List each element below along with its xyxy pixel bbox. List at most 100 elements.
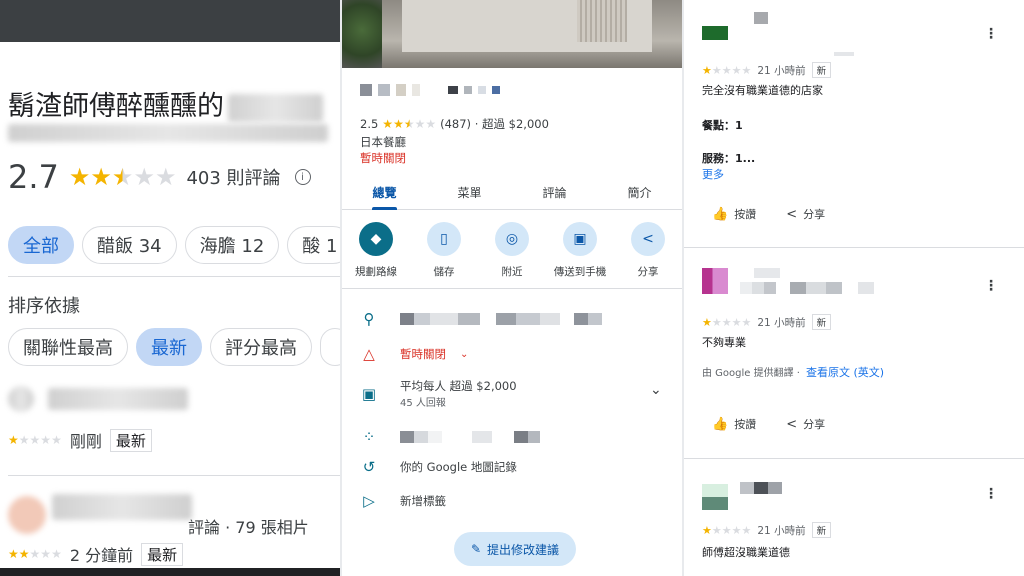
tab-about[interactable]: 簡介	[597, 178, 682, 209]
like-button[interactable]: 👍 按讚	[712, 416, 756, 432]
review-time: 2 分鐘前	[69, 546, 134, 565]
sort-newest[interactable]: 最新	[136, 328, 202, 366]
dark-header-bar	[0, 0, 340, 42]
place-panel-middle: 2.5 ★ ★ ★ ★ ★ (487) · 超過 $2,000 日本餐廳 暫時關閉 總覽…	[342, 0, 682, 576]
tab-reviews[interactable]: 評論	[512, 178, 597, 209]
photo-plant	[342, 0, 382, 68]
place-photo[interactable]	[342, 0, 682, 68]
save-label: 儲存	[433, 266, 455, 278]
add-label-row[interactable]: ▷ 新增標籤	[360, 492, 446, 510]
thumbs-up-icon: 👍	[712, 417, 729, 432]
see-original-link[interactable]: 查看原文 (英文)	[806, 366, 884, 379]
share-icon: <	[786, 417, 798, 432]
rating-number: 2.5	[360, 117, 379, 131]
blurred-plus-code	[400, 431, 540, 443]
history-icon: ↺	[362, 458, 376, 476]
review-item: ★ ★ ★ ★ ★ 剛剛 最新	[8, 378, 328, 468]
more-options-icon[interactable]: ⋮	[984, 278, 998, 294]
info-icon[interactable]: i	[294, 169, 311, 185]
star-icon: ★	[90, 163, 112, 191]
blurred-subtitle	[8, 124, 328, 142]
new-badge: 最新	[141, 542, 184, 566]
thumbs-up-icon: 👍	[712, 207, 729, 222]
tab-overview[interactable]: 總覽	[342, 178, 427, 210]
place-title: 鬍渣師傅醉醺醺的	[8, 84, 323, 123]
review-stars: ★ ★ ★ ★ ★	[702, 523, 752, 537]
like-label: 按讚	[734, 418, 757, 431]
share-button[interactable]: < 分享	[615, 222, 681, 279]
review-service-score: 服務：1...	[702, 152, 756, 165]
sort-chips: 關聯性最高 最新 評分最高	[8, 328, 340, 366]
tab-menu[interactable]: 菜單	[427, 178, 512, 209]
blurred-address	[400, 313, 602, 325]
suggest-edit-button[interactable]: ✎ 提出修改建議	[454, 532, 576, 566]
rating-summary: 2.7 ★ ★ ★ ★ ★ 403 則評論 i	[8, 158, 311, 196]
directions-label: 規劃路線	[355, 266, 397, 278]
blurred-reviewer	[52, 494, 192, 520]
blurred-reviewer	[48, 388, 188, 410]
filter-chip-all[interactable]: 全部	[8, 226, 74, 264]
place-title-text: 鬍渣師傅醉醺醺的	[8, 91, 224, 122]
review-meta: ★ ★ ★ ★ ★ 剛剛 最新	[8, 428, 152, 452]
star-half-icon: ★	[111, 163, 134, 191]
price-row[interactable]: ▣ 平均每人 超過 $2,000 45 人回報 ⌄	[360, 378, 662, 409]
closed-row[interactable]: △ 暫時關閉 ⌄	[360, 345, 468, 363]
share-label: 分享	[803, 418, 826, 431]
star-empty-icon: ★	[133, 163, 155, 191]
nearby-icon: ◎	[495, 222, 529, 256]
rating-stars: ★ ★ ★ ★ ★	[382, 117, 437, 131]
nearby-button[interactable]: ◎ 附近	[479, 222, 545, 279]
divider	[684, 458, 1024, 459]
share-icon: <	[631, 222, 665, 256]
chevron-down-icon: ⌄	[460, 348, 469, 360]
history-row[interactable]: ↺ 你的 Google 地圖記錄	[360, 458, 517, 476]
review-text: 師傅超沒職業道德	[702, 546, 790, 559]
blurred-meta	[834, 52, 854, 56]
share-icon: <	[786, 207, 798, 222]
send-to-phone-button[interactable]: ▣ 傳送到手機	[547, 222, 613, 279]
new-badge: 新	[811, 62, 832, 78]
review-text: 完全沒有職業道德的店家	[702, 84, 823, 97]
more-options-icon[interactable]: ⋮	[984, 26, 998, 42]
action-buttons: ◆ 規劃路線 ▯ 儲存 ◎ 附近 ▣ 傳送到手機 < 分享	[342, 222, 682, 279]
filter-chips: 全部 醋飯 34 海膽 12 酸 1	[8, 226, 340, 264]
place-rating: 2.5 ★ ★ ★ ★ ★ (487) · 超過 $2,000	[360, 116, 549, 132]
plus-code-row[interactable]: ⁘	[360, 428, 540, 446]
more-link[interactable]: 更多	[702, 166, 724, 182]
sort-highest[interactable]: 評分最高	[210, 328, 312, 366]
place-category[interactable]: 日本餐廳	[360, 134, 406, 150]
review-card: ⋮ ★ ★ ★ ★ ★ 21 小時前 新 不夠專業 由 Google 提供翻譯 · 查看原…	[684, 248, 1024, 458]
address-row[interactable]: ⚲	[360, 310, 602, 328]
label-icon: ▷	[363, 492, 375, 510]
review-time: 21 小時前	[757, 316, 806, 329]
blurred-meta	[754, 268, 780, 278]
filter-chip-sour[interactable]: 酸 1	[287, 226, 340, 264]
warning-icon: △	[363, 345, 375, 363]
avatar	[8, 386, 34, 412]
filter-chip-vinegar-rice[interactable]: 醋飯 34	[82, 226, 177, 264]
reviewer-meta: 評論 · 79 張相片	[188, 518, 309, 537]
review-meta[interactable]: (487) · 超過 $2,000	[440, 116, 549, 132]
review-meta: ★ ★ ★ ★ ★ 2 分鐘前 最新	[8, 542, 184, 566]
nearby-label: 附近	[501, 266, 523, 278]
directions-button[interactable]: ◆ 規劃路線	[343, 222, 409, 279]
share-button[interactable]: < 分享	[786, 416, 825, 432]
save-button[interactable]: ▯ 儲存	[411, 222, 477, 279]
place-tabs: 總覽 菜單 評論 簡介	[342, 178, 682, 210]
like-button[interactable]: 👍 按讚	[712, 206, 756, 222]
review-stars: ★ ★ ★ ★ ★	[8, 547, 62, 561]
filter-chip-sea-urchin[interactable]: 海膽 12	[184, 226, 280, 264]
chevron-down-icon[interactable]: ⌄	[650, 382, 662, 398]
new-badge: 最新	[109, 428, 152, 452]
share-button[interactable]: < 分享	[786, 206, 825, 222]
blurred-place-name	[360, 84, 500, 96]
like-label: 按讚	[734, 208, 757, 221]
directions-icon: ◆	[359, 222, 393, 256]
avatar	[702, 268, 728, 294]
review-count[interactable]: 403 則評論	[186, 164, 280, 190]
share-label: 分享	[803, 208, 826, 221]
review-time: 21 小時前	[757, 64, 806, 77]
more-options-icon[interactable]: ⋮	[984, 486, 998, 502]
sort-relevance[interactable]: 關聯性最高	[8, 328, 128, 366]
sort-more[interactable]	[320, 328, 340, 366]
